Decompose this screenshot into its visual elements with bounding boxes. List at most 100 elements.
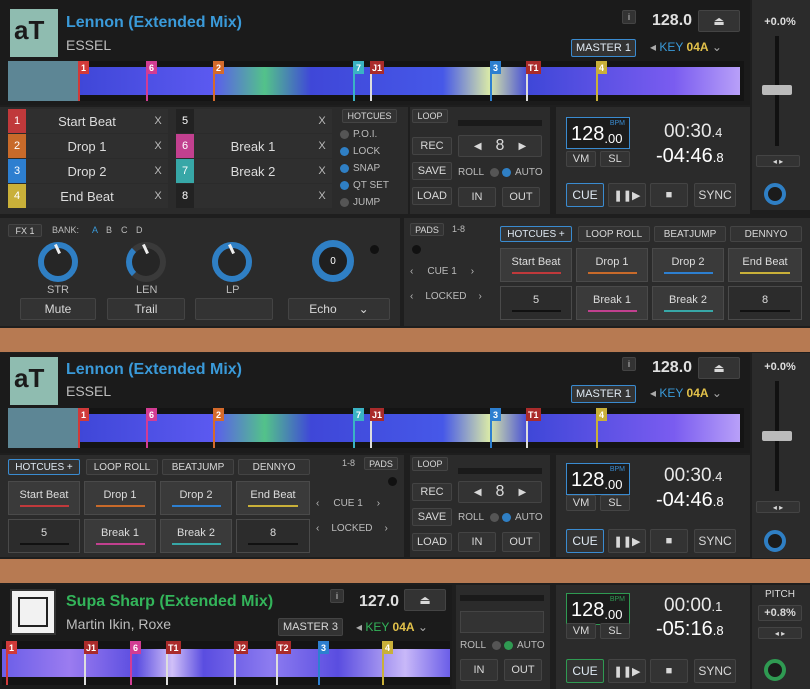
marker-flag[interactable]: J1: [84, 641, 99, 654]
deck3-play-button[interactable]: ❚❚▶: [608, 659, 646, 683]
loop-in-button[interactable]: IN: [458, 532, 496, 552]
deck3-roll-toggle[interactable]: ROLL: [460, 640, 505, 651]
deck3-pitch-nudge[interactable]: ◂ ▸: [758, 627, 802, 639]
deck3-waveform[interactable]: 1 J1 6 T1 J2 T2 3 4: [2, 641, 450, 685]
deck1-play-button[interactable]: ❚❚▶: [608, 183, 646, 207]
pads-tab-loop-roll[interactable]: LOOP ROLL: [578, 226, 650, 242]
deck3-cue-button[interactable]: CUE: [566, 659, 604, 683]
deck3-loop-size[interactable]: [460, 611, 544, 633]
loop-roll-toggle[interactable]: ROLL: [458, 512, 503, 523]
deck1-master-button[interactable]: MASTER 1: [571, 39, 636, 57]
marker-flag[interactable]: 2: [213, 61, 224, 74]
loop-auto-toggle[interactable]: AUTO: [502, 512, 543, 523]
fx-main-knob[interactable]: 0: [312, 240, 354, 282]
close-icon[interactable]: X: [148, 115, 168, 127]
pad-8[interactable]: 8: [236, 519, 310, 553]
pad-4[interactable]: End Beat: [728, 248, 802, 282]
pads-tab-beatjump[interactable]: BEATJUMP: [654, 226, 726, 242]
deck3-loop-out-button[interactable]: OUT: [504, 659, 542, 681]
marker-flag[interactable]: 6: [146, 61, 157, 74]
marker-flag[interactable]: J1: [370, 408, 385, 421]
marker-flag[interactable]: 6: [130, 641, 141, 654]
fx-knob-len[interactable]: [126, 242, 166, 282]
loop-auto-toggle[interactable]: AUTO: [502, 167, 543, 178]
hotcue-option-lock[interactable]: LOCK: [340, 146, 380, 157]
pad-7[interactable]: Break 2: [160, 519, 232, 553]
deck2-key[interactable]: ◂ KEY 04A ⌄: [650, 386, 722, 400]
deck3-sync-button[interactable]: SYNC: [694, 659, 736, 683]
pads-page[interactable]: 1-8: [342, 458, 355, 468]
deck2-sync-button[interactable]: SYNC: [694, 529, 736, 553]
deck2-waveform[interactable]: 1 6 2 7 J1 3 T1 4: [8, 408, 744, 448]
pad-3[interactable]: Drop 2: [160, 481, 232, 515]
pad-1[interactable]: Start Beat: [8, 481, 80, 515]
fx-bank-c[interactable]: C: [121, 225, 128, 235]
loop-roll-toggle[interactable]: ROLL: [458, 167, 503, 178]
marker-flag[interactable]: T1: [166, 641, 181, 654]
pads-cue-selector[interactable]: ‹ CUE 1 ›: [410, 266, 474, 277]
close-icon[interactable]: X: [148, 140, 168, 152]
hotcue-row[interactable]: 6 Break 1X: [176, 134, 332, 158]
pad-1[interactable]: Start Beat: [500, 248, 572, 282]
marker-flag[interactable]: 1: [78, 408, 89, 421]
pads-cue-selector[interactable]: ‹ CUE 1 ›: [316, 498, 380, 509]
hotcue-row[interactable]: 7 Break 2X: [176, 159, 332, 183]
pads-tab-dennyo[interactable]: DENNYO: [238, 459, 310, 475]
loop-size[interactable]: ◀ 8 ▶: [458, 481, 542, 503]
deck2-cue-button[interactable]: CUE: [566, 529, 604, 553]
hotcue-option-jump[interactable]: JUMP: [340, 197, 380, 208]
deck3-jog-icon[interactable]: [764, 659, 786, 681]
deck2-sl-button[interactable]: SL: [600, 495, 630, 511]
loop-load-button[interactable]: LOAD: [412, 187, 452, 205]
deck2-vm-button[interactable]: VM: [566, 495, 596, 511]
deck3-vm-button[interactable]: VM: [566, 623, 596, 639]
deck2-bpm-box[interactable]: 128.00 BPM: [566, 463, 630, 495]
pads-tab-loop-roll[interactable]: LOOP ROLL: [86, 459, 158, 475]
fx-empty-button[interactable]: [195, 298, 273, 320]
pads-tab-beatjump[interactable]: BEATJUMP: [162, 459, 234, 475]
deck3-sl-button[interactable]: SL: [600, 623, 630, 639]
deck1-vm-button[interactable]: VM: [566, 151, 596, 167]
marker-flag[interactable]: 4: [596, 408, 607, 421]
hotcue-row[interactable]: 4 End Beat X: [8, 184, 168, 208]
deck1-eject-button[interactable]: ⏏: [698, 10, 740, 32]
loop-load-button[interactable]: LOAD: [412, 533, 452, 551]
hotcue-row[interactable]: 1 Start Beat X: [8, 109, 168, 133]
pad-3[interactable]: Drop 2: [652, 248, 724, 282]
fx-knob-lp[interactable]: [212, 242, 252, 282]
key-left-arrow-icon[interactable]: ◂: [650, 40, 656, 54]
loop-out-button[interactable]: OUT: [502, 532, 540, 552]
pads-tab-hotcues[interactable]: HOTCUES +: [8, 459, 80, 475]
hotcues-menu-title[interactable]: HOTCUES: [342, 109, 397, 123]
close-icon[interactable]: X: [312, 190, 332, 202]
marker-flag[interactable]: T2: [276, 641, 291, 654]
marker-flag[interactable]: T1: [526, 408, 541, 421]
pad-7[interactable]: Break 2: [652, 286, 724, 320]
loop-out-button[interactable]: OUT: [502, 187, 540, 207]
deck1-waveform[interactable]: 1 6 2 7 J1 3 T1 4: [8, 61, 744, 101]
pad-5[interactable]: 5: [500, 286, 572, 320]
marker-flag[interactable]: 1: [78, 61, 89, 74]
deck3-eject-button[interactable]: ⏏: [404, 589, 446, 611]
deck1-pitch-handle[interactable]: [762, 85, 792, 95]
deck2-stop-button[interactable]: ■: [650, 529, 688, 553]
loop-in-button[interactable]: IN: [458, 187, 496, 207]
marker-flag[interactable]: 2: [213, 408, 224, 421]
hotcue-option-poi[interactable]: P.O.I.: [340, 129, 377, 140]
deck1-stop-button[interactable]: ■: [650, 183, 688, 207]
pads-tab-dennyo[interactable]: DENNYO: [730, 226, 802, 242]
close-icon[interactable]: X: [148, 190, 168, 202]
marker-flag[interactable]: 3: [490, 61, 501, 74]
loop-rec-button[interactable]: REC: [412, 137, 452, 155]
marker-flag[interactable]: T1: [526, 61, 541, 74]
fx-trail-button[interactable]: Trail: [107, 298, 185, 320]
deck2-master-button[interactable]: MASTER 1: [571, 385, 636, 403]
deck2-play-button[interactable]: ❚❚▶: [608, 529, 646, 553]
loop-rec-button[interactable]: REC: [412, 483, 452, 501]
fx-bank-d[interactable]: D: [136, 225, 143, 235]
marker-flag[interactable]: 7: [353, 61, 364, 74]
deck1-sync-button[interactable]: SYNC: [694, 183, 736, 207]
deck3-loop-in-button[interactable]: IN: [460, 659, 498, 681]
chevron-down-icon[interactable]: ⌄: [712, 40, 722, 54]
close-icon[interactable]: X: [312, 165, 332, 177]
